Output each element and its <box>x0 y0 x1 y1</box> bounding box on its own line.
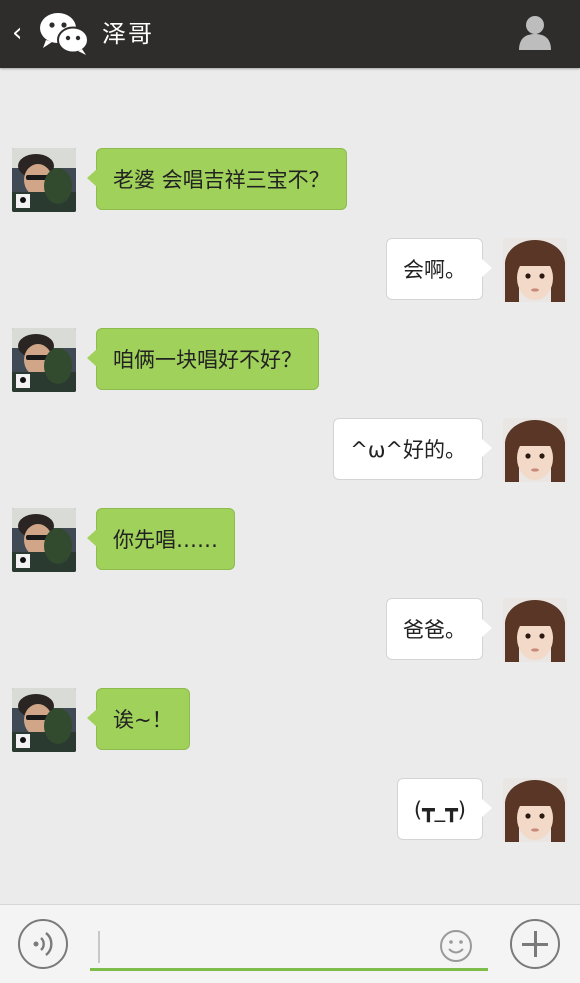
avatar[interactable] <box>12 508 76 572</box>
avatar[interactable] <box>12 148 76 212</box>
plus-button[interactable] <box>510 919 560 969</box>
chat-bubble[interactable]: ^ω^好的。 <box>333 418 492 480</box>
chat-bubble[interactable]: 咱俩一块唱好不好？ <box>87 328 319 390</box>
chat-title: 泽哥 <box>102 20 154 48</box>
message-input[interactable] <box>90 921 488 971</box>
voice-icon <box>33 932 53 956</box>
wechat-icon <box>40 13 89 55</box>
avatar[interactable] <box>12 688 76 752</box>
chat-bubble[interactable]: (┳_┳) <box>396 778 493 840</box>
top-bar: ‹ 泽哥 <box>0 0 580 68</box>
smiley-icon[interactable] <box>439 929 473 963</box>
chat-bubble[interactable]: 诶~！ <box>87 688 190 750</box>
avatar[interactable] <box>503 598 567 662</box>
avatar[interactable] <box>503 778 567 842</box>
avatar[interactable] <box>503 418 567 482</box>
chat-bubble[interactable]: 老婆 会唱吉祥三宝不？ <box>87 148 347 210</box>
chat-bubble[interactable]: 爸爸。 <box>386 598 492 660</box>
chevron-left-icon[interactable]: ‹ <box>12 18 32 48</box>
avatar[interactable] <box>12 328 76 392</box>
person-icon[interactable] <box>518 14 552 50</box>
input-bar <box>0 904 580 983</box>
avatar[interactable] <box>503 238 567 302</box>
chat-bubble[interactable]: 你先唱…… <box>87 508 235 570</box>
plus-icon <box>522 931 548 957</box>
voice-button[interactable] <box>18 919 68 969</box>
chat-bubble[interactable]: 会啊。 <box>386 238 492 300</box>
